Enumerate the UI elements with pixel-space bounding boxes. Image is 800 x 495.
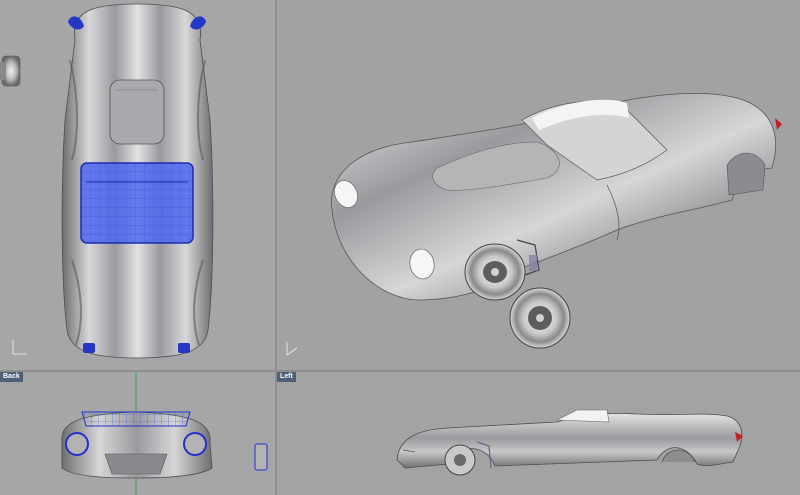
- viewport-back[interactable]: Back: [0, 372, 275, 495]
- wheel-hub-icon: [0, 55, 21, 87]
- viewport-top[interactable]: [0, 0, 275, 370]
- perspective-view-canvas: [286, 92, 782, 356]
- left-view-canvas: [396, 409, 743, 476]
- spare-wheel-side: [254, 443, 268, 471]
- viewport-left[interactable]: Left: [277, 372, 800, 495]
- spare-wheel[interactable]: [509, 287, 571, 349]
- viewport-label-left[interactable]: Left: [277, 372, 296, 382]
- viewport-perspective[interactable]: [277, 0, 800, 370]
- front-wheel[interactable]: [464, 243, 526, 301]
- viewport-label-back[interactable]: Back: [0, 372, 23, 382]
- selected-cockpit-mesh[interactable]: [80, 162, 194, 244]
- axis-triad-icon: [286, 342, 298, 356]
- axis-triad-icon: [12, 340, 27, 355]
- tail-marker-right: [178, 343, 190, 353]
- back-view-canvas: [0, 372, 275, 495]
- top-view-canvas: [0, 3, 214, 359]
- tail-marker-left: [83, 343, 95, 353]
- car-body-back[interactable]: [61, 411, 213, 479]
- car-body-perspective[interactable]: [330, 92, 782, 301]
